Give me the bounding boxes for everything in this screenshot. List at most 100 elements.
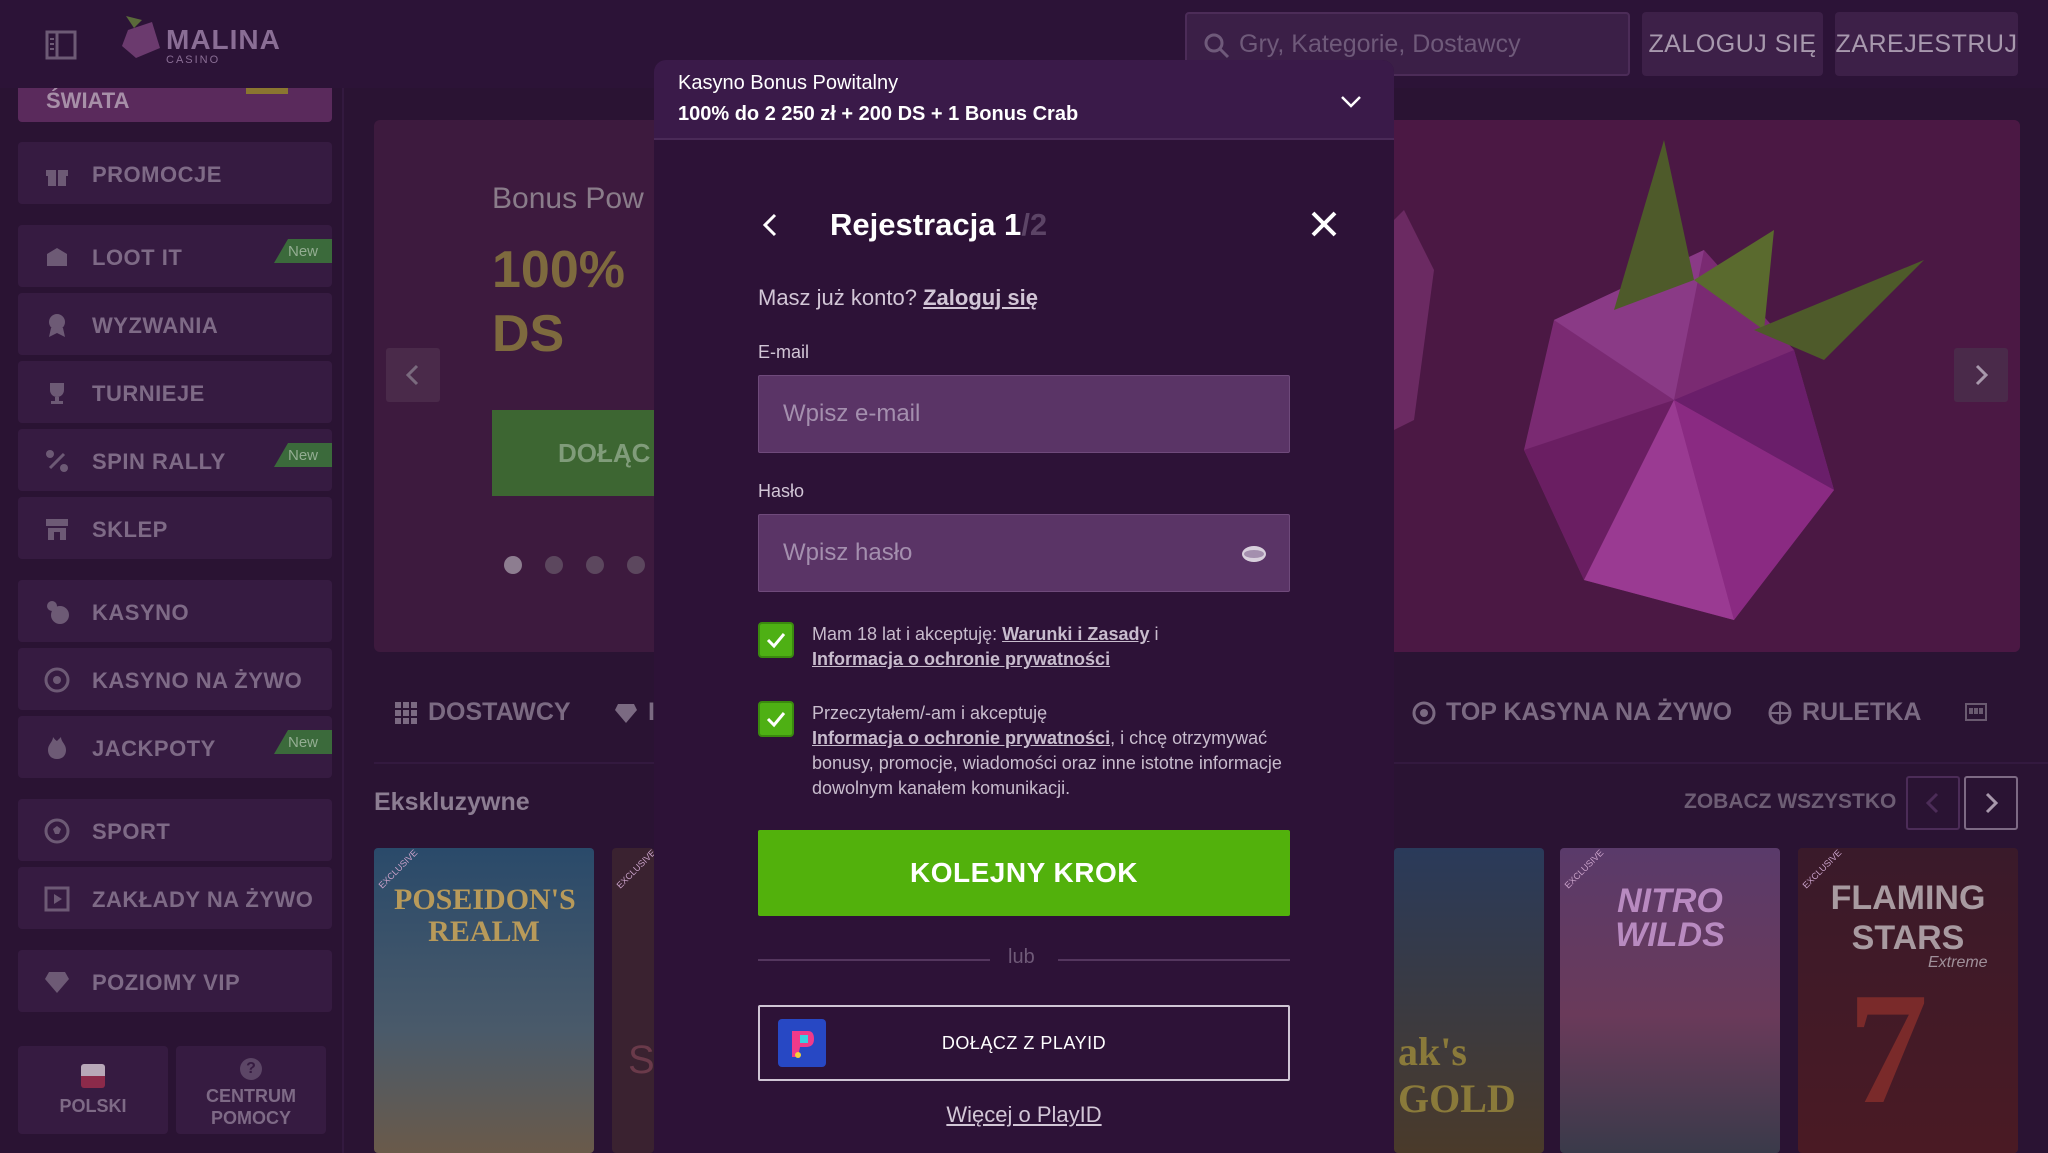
sidebar-item-label: TURNIEJE xyxy=(92,381,205,406)
trophy-icon xyxy=(50,383,64,404)
sidebar-item-casino[interactable]: KASYNO xyxy=(18,580,332,642)
divider xyxy=(1058,959,1290,961)
register-button[interactable]: ZAREJESTRUJ xyxy=(1835,12,2018,76)
game-card[interactable]: EXCLUSIVE POSEIDON'S REALM xyxy=(374,848,594,1153)
row-next-button[interactable] xyxy=(1964,776,2018,830)
pagination-dot[interactable] xyxy=(586,556,604,574)
slot-machine-icon xyxy=(1965,703,1987,721)
game-title: S xyxy=(628,1038,654,1082)
password-field[interactable] xyxy=(758,514,1290,592)
game-title: POSEIDON'S REALM xyxy=(394,883,576,948)
login-button[interactable]: ZALOGUJ SIĘ xyxy=(1642,12,1823,76)
game-subtitle: Extreme xyxy=(1928,954,1988,971)
sidebar-item-live-casino[interactable]: KASYNO NA ŻYWO xyxy=(18,648,332,710)
live-bet-icon xyxy=(44,886,70,912)
diamond-icon xyxy=(615,703,637,723)
row-prev-button[interactable] xyxy=(1906,776,1960,830)
sidebar-item-label: ŚWIATA xyxy=(46,88,130,113)
back-arrow-icon[interactable] xyxy=(756,210,786,240)
sidebar-item-label: SKLEP xyxy=(92,517,168,542)
category-item[interactable]: I xyxy=(614,698,655,727)
sidebar-item-top[interactable]: ŚWIATA xyxy=(18,88,332,122)
playid-button[interactable]: DOŁĄCZ Z PLAYID xyxy=(758,1005,1290,1081)
help-center-button[interactable]: ? CENTRUM POMOCY xyxy=(176,1046,326,1134)
sidebar-item-loot-it[interactable]: LOOT IT New xyxy=(18,225,332,287)
category-top-live-casino[interactable]: TOP KASYNA NA ŻYWO xyxy=(1412,698,1732,727)
raspberry-logo-icon xyxy=(122,16,160,58)
hero-prev-button[interactable] xyxy=(386,348,440,402)
seven-icon: 7 xyxy=(1848,959,1928,1137)
help-label: CENTRUM xyxy=(206,1086,296,1106)
loot-box-icon xyxy=(47,248,67,266)
email-input[interactable] xyxy=(783,376,1253,452)
logo-text: MALINA xyxy=(166,24,281,55)
category-slots[interactable] xyxy=(1964,698,1998,722)
marketing-checkbox[interactable] xyxy=(758,701,794,737)
chevron-left-icon xyxy=(405,364,419,386)
pagination-dot[interactable] xyxy=(627,556,645,574)
password-input[interactable] xyxy=(783,515,1253,591)
sidebar-item-vip-levels[interactable]: POZIOMY VIP xyxy=(18,950,332,1012)
language-label: POLSKI xyxy=(59,1096,127,1116)
chevron-right-icon xyxy=(1985,792,1999,814)
pagination-dot[interactable] xyxy=(545,556,563,574)
terms-link[interactable]: Warunki i Zasady xyxy=(1002,624,1149,644)
sidebar-item-label: PROMOCJE xyxy=(92,162,222,187)
logo-subtext: CASINO xyxy=(166,54,221,66)
sidebar-item-jackpots[interactable]: JACKPOTY New xyxy=(18,716,332,778)
hero-image xyxy=(1354,120,2020,652)
sidebar-item-sport[interactable]: SPORT xyxy=(18,799,332,861)
category-label: RULETKA xyxy=(1802,698,1922,726)
game-card[interactable]: EXCLUSIVE NITRO WILDS xyxy=(1560,848,1780,1153)
game-card[interactable]: ak's GOLD xyxy=(1394,848,1544,1153)
sidebar-item-label: KASYNO xyxy=(92,600,190,625)
casino-icon xyxy=(47,601,69,624)
sidebar-toggle-icon[interactable] xyxy=(44,28,78,62)
login-link[interactable]: Zaloguj się xyxy=(923,285,1038,310)
game-card[interactable]: EXCLUSIVE FLAMING STARS Extreme 7 xyxy=(1798,848,2018,1153)
email-field[interactable] xyxy=(758,375,1290,453)
checkmark-icon xyxy=(766,633,786,649)
sidebar-item-live-bets[interactable]: ZAKŁADY NA ŻYWO xyxy=(18,867,332,929)
sidebar-item-label: LOOT IT xyxy=(92,245,183,270)
chip-icon xyxy=(1412,701,1436,724)
hero-pagination xyxy=(504,556,668,579)
terms-checkbox[interactable] xyxy=(758,622,794,658)
sidebar-item-label: WYZWANIA xyxy=(92,313,219,338)
sidebar-item-shop[interactable]: SKLEP xyxy=(18,497,332,559)
sidebar-item-promotions[interactable]: PROMOCJE xyxy=(18,142,332,204)
sidebar-item-label: JACKPOTY xyxy=(92,736,216,761)
game-title: ak's GOLD xyxy=(1398,1029,1516,1121)
roulette-icon xyxy=(44,667,70,693)
category-roulette[interactable]: RULETKA xyxy=(1768,698,1921,727)
privacy-link[interactable]: Informacja o ochronie prywatności xyxy=(812,728,1110,748)
chevron-down-icon[interactable] xyxy=(1336,86,1366,116)
have-account-text: Masz już konto? Zaloguj się xyxy=(758,285,1038,311)
eye-icon[interactable] xyxy=(1241,541,1267,567)
bonus-banner[interactable]: Kasyno Bonus Powitalny 100% do 2 250 zł … xyxy=(654,60,1394,140)
hero-next-button[interactable] xyxy=(1954,348,2008,402)
privacy-link[interactable]: Informacja o ochronie prywatności xyxy=(812,649,1110,669)
new-badge: New xyxy=(274,239,332,263)
sidebar-item-spin-rally[interactable]: SPIN RALLY New xyxy=(18,429,332,491)
sidebar-item-challenges[interactable]: WYZWANIA xyxy=(18,293,332,355)
language-selector[interactable]: POLSKI xyxy=(18,1046,168,1134)
sidebar-item-label: ZAKŁADY NA ŻYWO xyxy=(92,887,314,912)
flag-icon xyxy=(246,88,288,94)
registration-modal: Kasyno Bonus Powitalny 100% do 2 250 zł … xyxy=(654,60,1394,1153)
pagination-dot[interactable] xyxy=(504,556,522,574)
game-card[interactable]: EXCLUSIVE S xyxy=(612,848,654,1153)
see-all-link[interactable]: ZOBACZ WSZYSTKO xyxy=(1684,790,1896,814)
logo[interactable]: MALINA CASINO xyxy=(118,14,281,68)
category-providers[interactable]: DOSTAWCY xyxy=(394,698,571,727)
exclusive-tag: EXCLUSIVE xyxy=(614,848,654,891)
sidebar-item-label: KASYNO NA ŻYWO xyxy=(92,668,303,693)
diamond-icon xyxy=(45,972,69,993)
next-step-button[interactable]: KOLEJNY KROK xyxy=(758,830,1290,916)
more-about-playid-link[interactable]: Więcej o PlayID xyxy=(654,1102,1394,1128)
modal-title-text: Rejestracja 1 xyxy=(830,207,1022,242)
soccer-ball-icon xyxy=(44,818,70,844)
sidebar-item-tournaments[interactable]: TURNIEJE xyxy=(18,361,332,423)
roulette-icon xyxy=(1768,701,1792,724)
close-icon[interactable] xyxy=(1308,208,1340,240)
